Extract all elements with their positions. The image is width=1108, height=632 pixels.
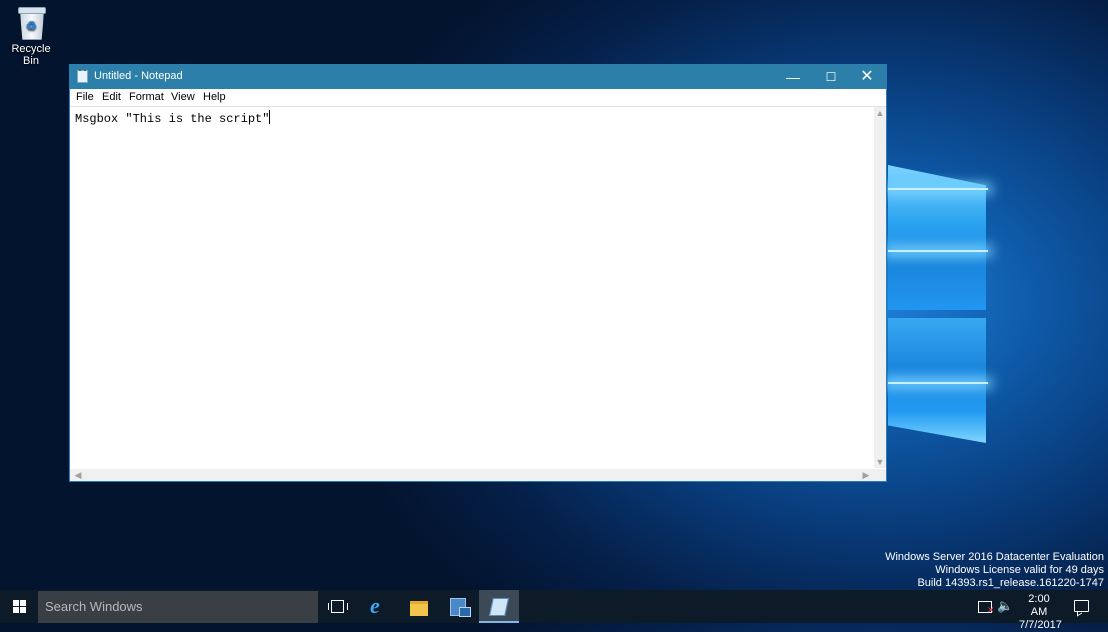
menu-format[interactable]: Format [129,91,164,103]
task-view-button[interactable] [318,590,358,623]
recycle-bin-label: Recycle Bin [11,43,51,67]
wallpaper-glow [888,250,988,252]
internet-explorer-icon: e [370,593,380,618]
text-caret [269,110,271,124]
internet-explorer-button[interactable]: e [359,590,399,623]
menu-help[interactable]: Help [203,91,226,103]
wallpaper-logo-upper [888,165,986,310]
minimize-button[interactable]: — [774,65,812,89]
windows-logo-icon [13,600,26,613]
search-input[interactable]: Search Windows [38,591,318,623]
window-title: Untitled - Notepad [94,70,183,82]
horizontal-scrollbar[interactable]: ◀ ▶ [70,469,874,481]
clock-time: 2:00 AM [1028,593,1050,618]
maximize-button[interactable]: ☐ [812,65,850,89]
menu-view[interactable]: View [171,91,195,103]
taskbar: Search Windows e 🔈 2:00 AM 7/7/2017 [0,590,1108,631]
text-editor[interactable]: Msgbox "This is the script" [70,107,874,468]
menu-file[interactable]: File [76,91,94,103]
notepad-icon [489,598,509,616]
recycle-bin-icon: ♻ [16,5,46,40]
wallpaper-glow [888,382,988,384]
os-watermark: Windows Server 2016 Datacenter Evaluatio… [885,551,1104,590]
menu-edit[interactable]: Edit [102,91,121,103]
editor-text: Msgbox "This is the script" [75,112,270,126]
scroll-down-arrow-icon[interactable]: ▼ [874,456,886,468]
server-manager-button[interactable] [439,590,479,623]
notepad-window[interactable]: Untitled - Notepad — ☐ ✕ File Edit Forma… [69,64,887,482]
file-explorer-button[interactable] [399,590,439,623]
scroll-left-arrow-icon[interactable]: ◀ [72,469,84,481]
recycle-bin-desktop-icon[interactable]: ♻ Recycle Bin [3,5,59,67]
scroll-up-arrow-icon[interactable]: ▲ [874,107,886,119]
watermark-line: Windows License valid for 49 days [935,564,1104,576]
start-button[interactable] [0,590,38,623]
close-button[interactable]: ✕ [848,65,886,89]
action-center-icon[interactable] [1074,600,1089,612]
task-view-icon [328,600,348,613]
clock-date: 7/7/2017 [1019,619,1062,631]
search-placeholder: Search Windows [45,599,143,614]
editor-content[interactable]: Msgbox "This is the script" [75,110,271,126]
network-icon[interactable] [978,601,995,616]
server-manager-icon [450,598,471,617]
notepad-taskbar-button[interactable] [479,590,519,623]
title-bar[interactable]: Untitled - Notepad — ☐ ✕ [70,65,886,89]
wallpaper-glow [888,188,988,190]
scroll-right-arrow-icon[interactable]: ▶ [860,469,872,481]
system-clock[interactable]: 2:00 AM 7/7/2017 [1019,593,1062,632]
menu-bar: File Edit Format View Help [70,89,886,107]
volume-muted-icon[interactable]: 🔈 [997,598,1013,614]
watermark-line: Windows Server 2016 Datacenter Evaluatio… [885,551,1104,563]
vertical-scrollbar[interactable]: ▲ ▼ [874,107,886,468]
watermark-line: Build 14393.rs1_release.161220-1747 [917,577,1104,589]
notepad-app-icon[interactable] [77,69,88,83]
wallpaper-logo-lower [888,318,986,443]
file-explorer-icon [410,601,428,616]
size-grip[interactable] [874,469,886,481]
